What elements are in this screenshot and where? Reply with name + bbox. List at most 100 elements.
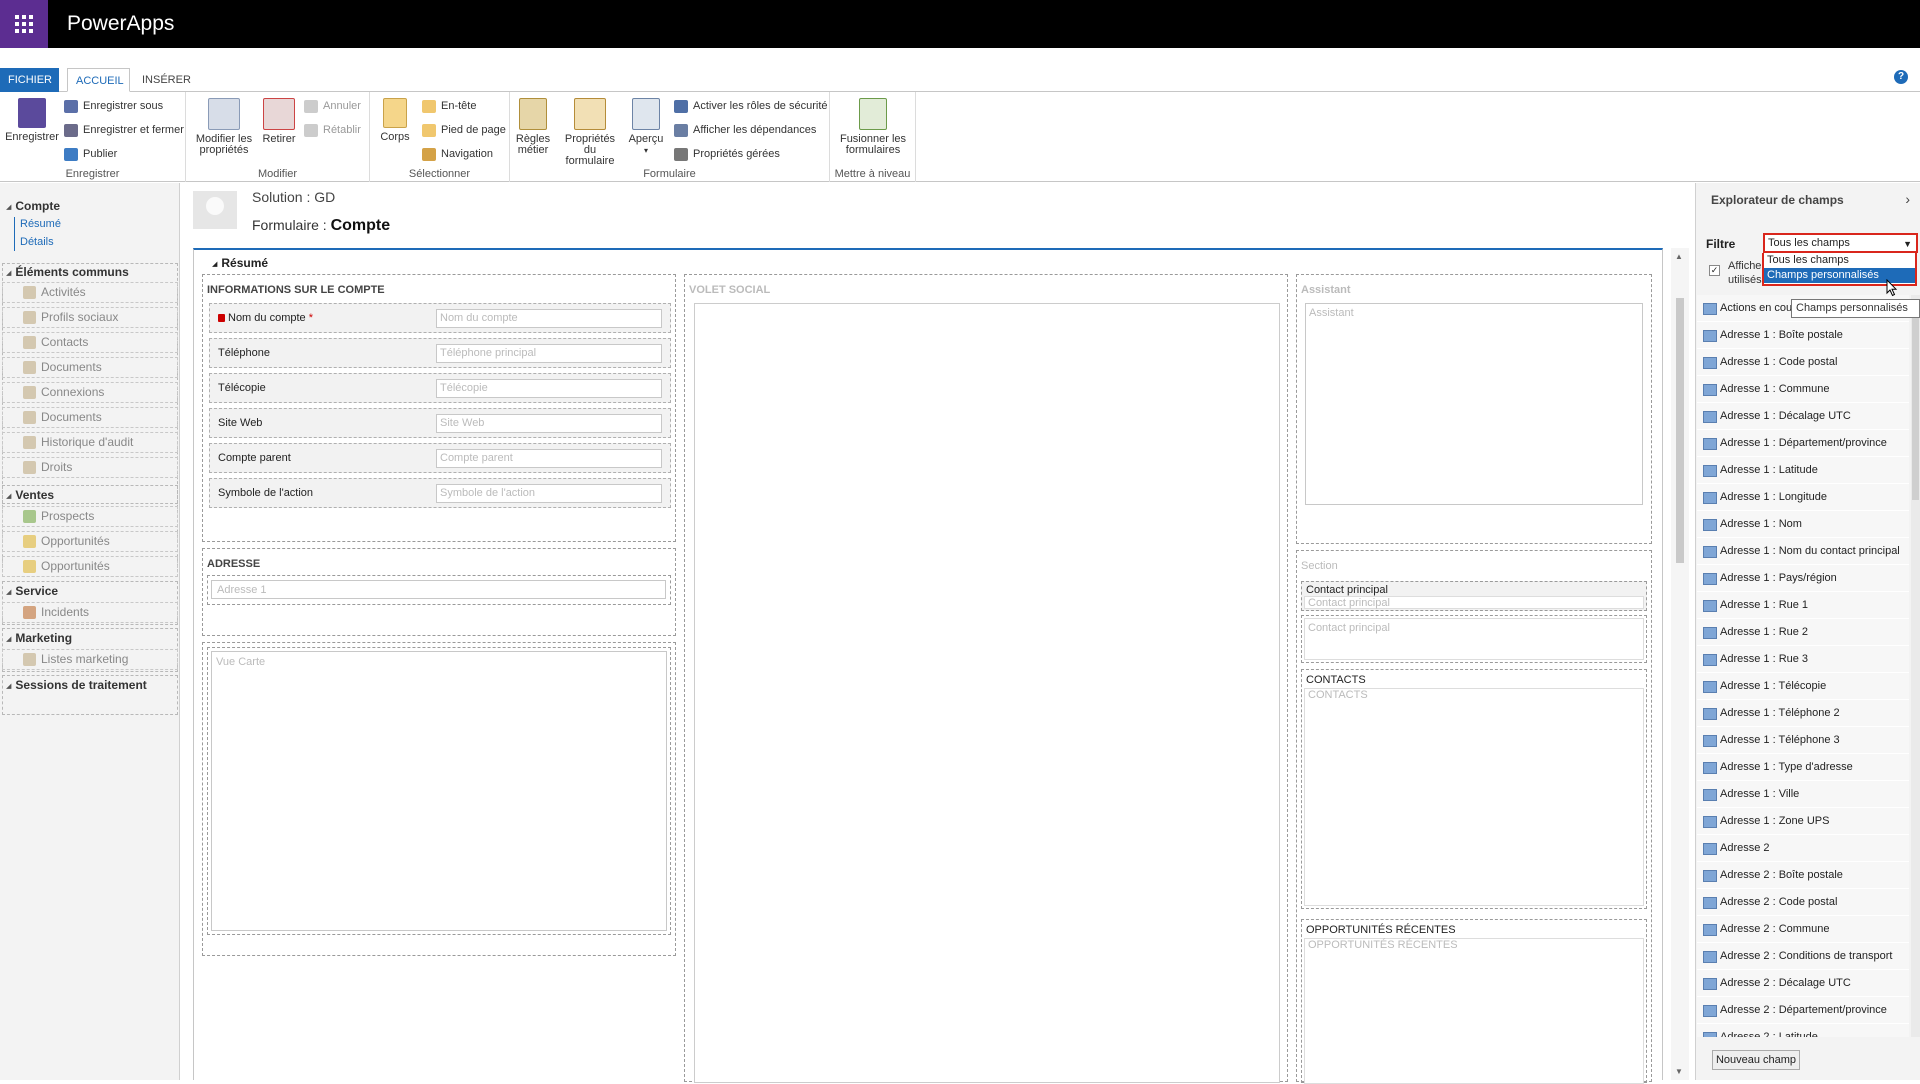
field-list-item[interactable]: Adresse 2 : Conditions de transport — [1697, 943, 1909, 970]
nav-item-listes[interactable]: Listes marketing — [2, 649, 178, 670]
field-list-item[interactable]: Adresse 1 : Zone UPS — [1697, 808, 1909, 835]
section-account-info[interactable]: INFORMATIONS SUR LE COMPTE Nom du compte… — [202, 274, 676, 542]
nav-elements-communs[interactable]: Éléments communs — [6, 265, 128, 279]
field-list-item[interactable]: Adresse 1 : Décalage UTC — [1697, 403, 1909, 430]
nav-sessions[interactable]: Sessions de traitement — [6, 678, 146, 692]
new-field-button[interactable]: Nouveau champ — [1712, 1050, 1800, 1070]
field-input[interactable]: Site Web — [436, 414, 662, 433]
remove-button[interactable]: Retirer — [258, 98, 300, 145]
nav-ventes[interactable]: Ventes — [6, 488, 54, 502]
nav-item-documents[interactable]: Documents — [2, 357, 178, 378]
field-input[interactable]: Téléphone principal — [436, 344, 662, 363]
merge-forms-button[interactable]: Fusionner les formulaires — [836, 98, 910, 156]
field-list-item[interactable]: Adresse 1 : Pays/région — [1697, 565, 1909, 592]
field-list-item[interactable]: Adresse 1 : Code postal — [1697, 349, 1909, 376]
filter-select[interactable]: Tous les champs ▼ — [1763, 233, 1918, 253]
field-list-item[interactable]: Adresse 1 : Téléphone 3 — [1697, 727, 1909, 754]
nav-item-activites[interactable]: Activités — [2, 282, 178, 303]
scroll-thumb[interactable] — [1912, 300, 1919, 500]
field-telecopie[interactable]: Télécopie Télécopie — [209, 373, 671, 403]
field-symbole-action[interactable]: Symbole de l'action Symbole de l'action — [209, 478, 671, 508]
field-contact-principal[interactable]: Contact principal Contact principal — [1301, 581, 1647, 611]
field-list-item[interactable]: Adresse 1 : Rue 3 — [1697, 646, 1909, 673]
field-telephone[interactable]: Téléphone Téléphone principal — [209, 338, 671, 368]
field-list-item[interactable]: Adresse 1 : Commune — [1697, 376, 1909, 403]
nav-service[interactable]: Service — [6, 584, 58, 598]
tab-fichier[interactable]: FICHIER — [0, 68, 59, 92]
preview-button[interactable]: Aperçu ▾ — [626, 98, 666, 156]
field-list-item[interactable]: Adresse 1 : Type d'adresse — [1697, 754, 1909, 781]
modify-properties-button[interactable]: Modifier les propriétés — [194, 98, 254, 156]
subgrid-contacts[interactable]: CONTACTS CONTACTS — [1301, 669, 1647, 909]
nav-item-opportunites[interactable]: Opportunités — [2, 531, 178, 552]
nav-item-opportunites-2[interactable]: Opportunités — [2, 556, 178, 577]
field-input[interactable]: Compte parent — [436, 449, 662, 468]
field-list-item[interactable]: Adresse 1 : Rue 2 — [1697, 619, 1909, 646]
managed-properties-button[interactable]: Propriétés gérées — [674, 145, 780, 163]
business-rules-button[interactable]: Règles métier — [514, 98, 552, 156]
nav-item-documents-2[interactable]: Documents — [2, 407, 178, 428]
nav-item-incidents[interactable]: Incidents — [2, 602, 178, 623]
collapse-chevron-icon[interactable]: › — [1905, 191, 1910, 207]
nav-compte[interactable]: Compte — [6, 199, 60, 213]
contact-principal-card[interactable]: Contact principal — [1301, 615, 1647, 663]
field-list-item[interactable]: Adresse 2 — [1697, 835, 1909, 862]
nav-item-profils[interactable]: Profils sociaux — [2, 307, 178, 328]
tab-inserer[interactable]: INSÉRER — [134, 68, 194, 92]
field-list-item[interactable]: Adresse 2 : Boîte postale — [1697, 862, 1909, 889]
scroll-down-icon[interactable]: ▼ — [1675, 1067, 1683, 1076]
footer-button[interactable]: Pied de page — [422, 121, 506, 139]
show-unused-checkbox[interactable]: ✓ — [1709, 265, 1720, 276]
field-list-item[interactable]: Adresse 2 : Code postal — [1697, 889, 1909, 916]
canvas-scrollbar[interactable]: ▲ ▼ — [1671, 248, 1689, 1080]
form-tab-resume[interactable]: Résumé — [212, 256, 268, 270]
field-input[interactable]: Symbole de l'action — [436, 484, 662, 503]
field-list-item[interactable]: Adresse 2 : Décalage UTC — [1697, 970, 1909, 997]
field-adresse-1[interactable]: Adresse 1 — [207, 575, 671, 605]
body-button[interactable]: Corps — [376, 98, 414, 143]
field-input[interactable]: Nom du compte — [436, 309, 662, 328]
filter-option-all[interactable]: Tous les champs — [1764, 253, 1915, 268]
field-list-item[interactable]: Adresse 1 : Nom du contact principal — [1697, 538, 1909, 565]
form-canvas[interactable]: Résumé INFORMATIONS SUR LE COMPTE Nom du… — [193, 248, 1663, 1084]
section-social-pane[interactable]: VOLET SOCIAL — [684, 274, 1288, 1083]
field-list-item[interactable]: Adresse 2 : Département/province — [1697, 997, 1909, 1024]
undo-button[interactable]: Annuler — [304, 97, 361, 115]
section-assistant[interactable]: Assistant Assistant — [1296, 274, 1652, 544]
map-control[interactable]: Vue Carte — [207, 647, 671, 935]
nav-item-historique[interactable]: Historique d'audit — [2, 432, 178, 453]
field-list-item[interactable]: Adresse 2 : Latitude — [1697, 1024, 1909, 1037]
nav-item-contacts[interactable]: Contacts — [2, 332, 178, 353]
field-list-item[interactable]: Adresse 1 : Ville — [1697, 781, 1909, 808]
tab-accueil[interactable]: ACCUEIL — [67, 68, 130, 92]
nav-item-connexions[interactable]: Connexions — [2, 382, 178, 403]
scroll-up-icon[interactable]: ▲ — [1675, 252, 1683, 261]
publish-button[interactable]: Publier — [64, 145, 117, 163]
dependencies-button[interactable]: Afficher les dépendances — [674, 121, 816, 139]
field-list-item[interactable]: Adresse 1 : Rue 1 — [1697, 592, 1909, 619]
form-properties-button[interactable]: Propriétés du formulaire — [558, 98, 622, 167]
header-button[interactable]: En-tête — [422, 97, 476, 115]
save-as-button[interactable]: Enregistrer sous — [64, 97, 163, 115]
section-map[interactable]: Vue Carte — [202, 642, 676, 956]
field-list-item[interactable]: Adresse 1 : Nom — [1697, 511, 1909, 538]
field-list-item[interactable]: Adresse 1 : Téléphone 2 — [1697, 700, 1909, 727]
subgrid-opportunites[interactable]: OPPORTUNITÉS RÉCENTES OPPORTUNITÉS RÉCEN… — [1301, 919, 1647, 1084]
nav-item-droits[interactable]: Droits — [2, 457, 178, 478]
field-compte-parent[interactable]: Compte parent Compte parent — [209, 443, 671, 473]
nav-marketing[interactable]: Marketing — [6, 631, 72, 645]
explorer-scrollbar[interactable] — [1911, 295, 1920, 1037]
redo-button[interactable]: Rétablir — [304, 121, 361, 139]
field-list-item[interactable]: Adresse 1 : Longitude — [1697, 484, 1909, 511]
section-address[interactable]: ADRESSE Adresse 1 — [202, 548, 676, 636]
section-related[interactable]: Section Contact principal Contact princi… — [1296, 550, 1652, 1084]
field-list-item[interactable]: Adresse 1 : Département/province — [1697, 430, 1909, 457]
save-close-button[interactable]: Enregistrer et fermer — [64, 121, 184, 139]
field-list-item[interactable]: Adresse 1 : Latitude — [1697, 457, 1909, 484]
security-roles-button[interactable]: Activer les rôles de sécurité — [674, 97, 828, 115]
nav-item-prospects[interactable]: Prospects — [2, 506, 178, 527]
field-list-item[interactable]: Adresse 2 : Commune — [1697, 916, 1909, 943]
navigation-button[interactable]: Navigation — [422, 145, 493, 163]
field-list-item[interactable]: Adresse 1 : Boîte postale — [1697, 322, 1909, 349]
field-list-item[interactable]: Adresse 1 : Télécopie — [1697, 673, 1909, 700]
